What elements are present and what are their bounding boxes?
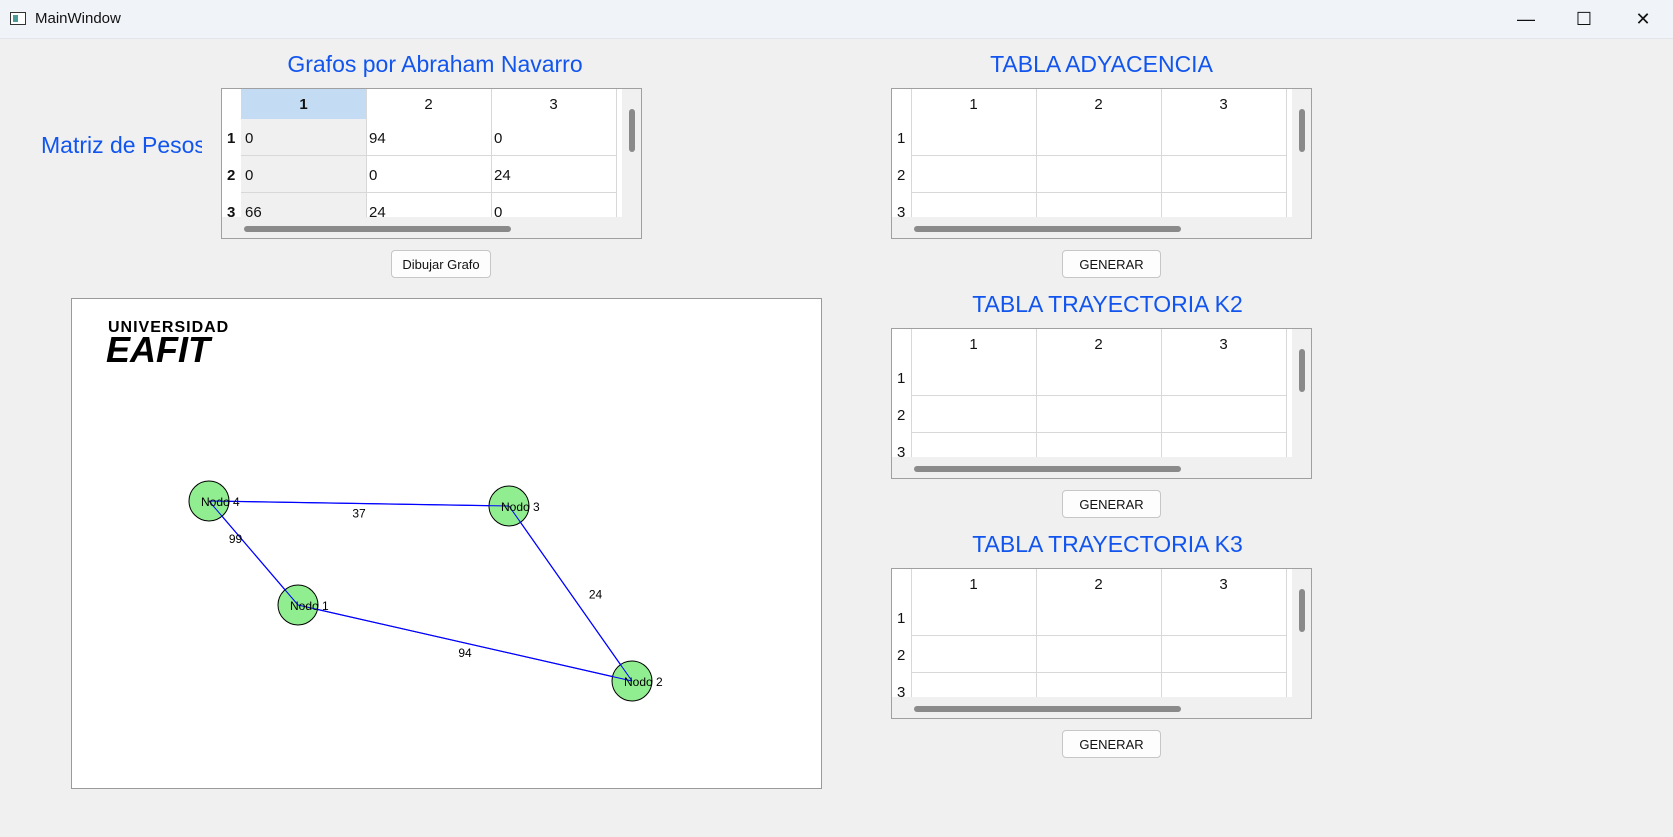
table-cell[interactable]: 0 — [245, 130, 253, 147]
grid-line — [1036, 329, 1037, 459]
generate-k2-button[interactable]: GENERAR — [1062, 490, 1161, 518]
column-header[interactable]: 3 — [1161, 336, 1286, 353]
column-header[interactable]: 1 — [911, 576, 1036, 593]
graph-edge-overlay — [208, 500, 299, 606]
graph-node-label: Nodo 4 — [201, 495, 240, 509]
graph-edge-weight: 99 — [229, 532, 243, 546]
vertical-scrollbar[interactable] — [1299, 589, 1305, 632]
grid-line — [911, 192, 1286, 193]
row-header[interactable]: 2 — [227, 167, 235, 184]
grid-line — [1286, 329, 1287, 459]
graph-edge-weight: 37 — [352, 507, 366, 521]
grid-line — [1161, 329, 1162, 459]
grid-line — [1161, 89, 1162, 219]
horizontal-scrollbar[interactable] — [914, 226, 1181, 232]
table-cell[interactable]: 0 — [245, 167, 253, 184]
column-header[interactable]: 1 — [911, 336, 1036, 353]
horizontal-scrollbar[interactable] — [914, 466, 1181, 472]
grid-line — [491, 89, 492, 219]
generate-k3-button[interactable]: GENERAR — [1062, 730, 1161, 758]
grid-line — [911, 432, 1286, 433]
draw-graph-button[interactable]: Dibujar Grafo — [391, 250, 491, 278]
table-cell[interactable]: 24 — [494, 167, 511, 184]
k3-table[interactable]: 1 2 3 1 2 3 — [891, 568, 1312, 719]
grid-line — [911, 635, 1286, 636]
grid-line — [911, 155, 1286, 156]
grid-line — [1161, 569, 1162, 699]
grid-line — [911, 329, 912, 459]
grid-line — [616, 89, 617, 219]
grid-line — [1036, 569, 1037, 699]
row-header[interactable]: 1 — [897, 130, 905, 147]
app-icon — [10, 12, 26, 25]
column-header[interactable]: 3 — [491, 96, 616, 113]
k2-title: TABLA TRAYECTORIA K2 — [972, 291, 1243, 317]
k2-table[interactable]: 1 2 3 1 2 3 — [891, 328, 1312, 479]
vertical-scrollbar[interactable] — [1299, 349, 1305, 392]
table-cell[interactable]: 0 — [494, 130, 502, 147]
graph-edge-overlay — [508, 505, 633, 682]
grid-line — [241, 192, 616, 193]
close-button[interactable]: ✕ — [1614, 0, 1672, 38]
grid-line — [241, 155, 616, 156]
grid-line — [911, 395, 1286, 396]
column-header[interactable]: 1 — [911, 96, 1036, 113]
grid-line — [911, 672, 1286, 673]
graph-svg: Nodo 4 Nodo 3 Nodo 1 Nodo 2 37 99 24 94 — [188, 480, 663, 702]
table-cell[interactable]: 94 — [369, 130, 386, 147]
column-header[interactable]: 3 — [1161, 576, 1286, 593]
row-header[interactable]: 1 — [227, 130, 235, 147]
row-header[interactable]: 2 — [897, 647, 905, 664]
grid-line — [366, 89, 367, 219]
horizontal-scrollbar[interactable] — [914, 706, 1181, 712]
row-header[interactable]: 2 — [897, 167, 905, 184]
weights-label: Matriz de Pesos: — [41, 132, 202, 158]
graph-node-label: Nodo 1 — [290, 599, 329, 613]
minimize-button[interactable]: — — [1497, 0, 1555, 38]
horizontal-scrollbar[interactable] — [244, 226, 511, 232]
column-header[interactable]: 3 — [1161, 96, 1286, 113]
row-header[interactable]: 1 — [897, 370, 905, 387]
maximize-button[interactable]: ☐ — [1555, 0, 1613, 38]
grid-line — [1036, 89, 1037, 219]
row-header[interactable]: 2 — [897, 407, 905, 424]
graph-edge-weight: 24 — [589, 588, 603, 602]
adjacency-title: TABLA ADYACENCIA — [990, 51, 1213, 77]
graph-node-label: Nodo 2 — [624, 675, 663, 689]
vertical-scrollbar[interactable] — [1299, 109, 1305, 152]
graph-edge-overlay — [297, 604, 633, 682]
grid-line — [911, 569, 912, 699]
graph-node-label: Nodo 3 — [501, 500, 540, 514]
grid-line — [1286, 89, 1287, 219]
k3-title: TABLA TRAYECTORIA K3 — [972, 531, 1243, 557]
grid-line — [911, 89, 912, 219]
column-header[interactable]: 1 — [241, 96, 366, 113]
title-bar — [0, 0, 1673, 39]
vertical-scrollbar[interactable] — [629, 109, 635, 152]
window-title: MainWindow — [35, 10, 121, 27]
graph-edge-weight: 94 — [458, 646, 472, 660]
table-cell[interactable]: 0 — [369, 167, 377, 184]
weights-table[interactable]: 1 2 3 1 2 3 0 94 0 0 0 24 66 24 0 — [221, 88, 642, 239]
column-header[interactable]: 2 — [1036, 336, 1161, 353]
graph-canvas[interactable]: UNIVERSIDAD EAFIT Nodo 4 Nodo 3 Nodo 1 Nodo… — [71, 298, 822, 789]
adjacency-table[interactable]: 1 2 3 1 2 3 — [891, 88, 1312, 239]
column-header[interactable]: 2 — [1036, 576, 1161, 593]
generate-adjacency-button[interactable]: GENERAR — [1062, 250, 1161, 278]
column-header[interactable]: 2 — [1036, 96, 1161, 113]
graph-edge-overlay — [208, 500, 510, 507]
column-header[interactable]: 2 — [366, 96, 491, 113]
grid-line — [1286, 569, 1287, 699]
row-header[interactable]: 1 — [897, 610, 905, 627]
page-title: Grafos por Abraham Navarro — [287, 51, 583, 77]
